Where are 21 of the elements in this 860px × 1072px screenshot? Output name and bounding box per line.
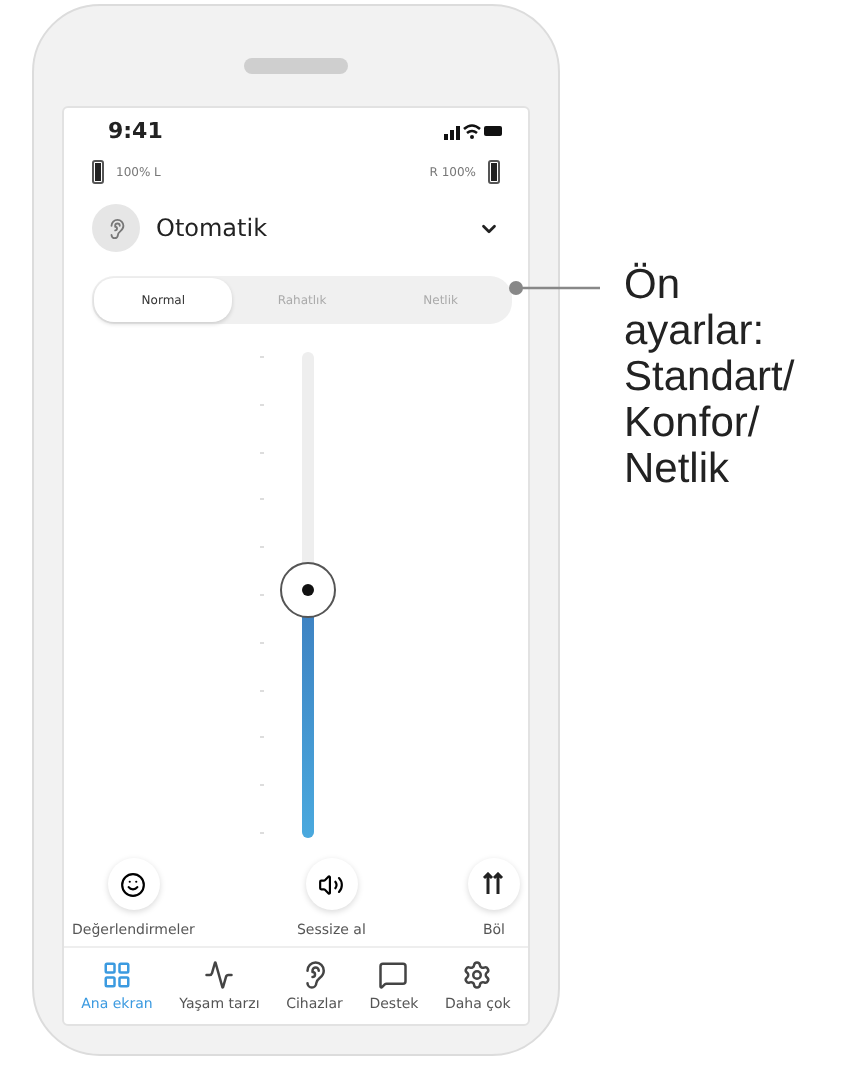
- grid-icon: [102, 960, 132, 990]
- program-name[interactable]: Otomatik: [156, 214, 268, 242]
- leader-line: [508, 278, 600, 298]
- volume-slider[interactable]: [278, 352, 338, 838]
- slider-thumb[interactable]: [280, 562, 336, 619]
- speaker-icon: [318, 871, 345, 897]
- status-icons: [444, 121, 504, 139]
- action-button[interactable]: [107, 858, 160, 910]
- action-button[interactable]: [467, 858, 520, 910]
- battery-icon: [488, 160, 500, 184]
- annotation-text: Ön ayarlar: Standart/ Konfor/ Netlik: [624, 262, 797, 492]
- battery-icon: [92, 160, 104, 184]
- action-button[interactable]: [305, 858, 358, 910]
- settings-icon: [462, 960, 493, 990]
- status-time: 9:41: [108, 117, 163, 143]
- chat-icon: [378, 960, 409, 990]
- pulse-icon: [204, 960, 235, 990]
- phone-speaker: [244, 58, 348, 74]
- split-icon: [482, 872, 505, 896]
- program-avatar: [92, 204, 140, 252]
- smiley-icon: [120, 871, 147, 897]
